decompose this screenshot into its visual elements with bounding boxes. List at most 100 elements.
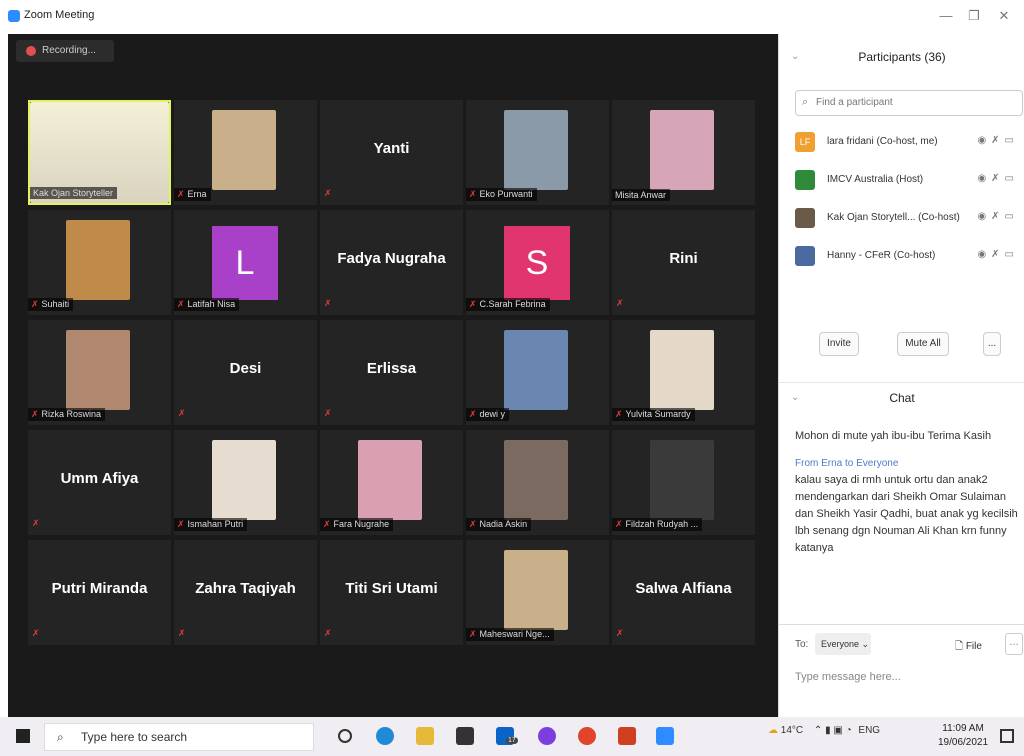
language-indicator[interactable]: ENG (858, 725, 880, 736)
participant-status-icons[interactable]: ◉✗▭ (977, 173, 1019, 184)
taskbar-clock[interactable]: 11:09 AM 19/06/2021 (938, 722, 988, 750)
muted-mic-icon: ✗ (177, 299, 185, 309)
video-tile[interactable]: ✗ Suhaiti (28, 210, 171, 315)
muted-mic-icon: ✗ (178, 628, 186, 638)
recipient-select[interactable]: Everyone ⌄ (815, 633, 871, 655)
muted-mic-icon: ✗ (324, 628, 332, 638)
participant-search-input[interactable]: ⌕ Find a participant (795, 90, 1023, 116)
chat-message-input[interactable]: Type message here... (795, 671, 901, 683)
chat-message-sender: From Erna to Everyone (795, 458, 899, 469)
windows-taskbar: ⌕ Type here to search 17 ☁ 14°C ⌃ ▮ ▣ ◔ … (0, 717, 1024, 756)
edge-icon[interactable] (376, 727, 394, 745)
zoom-taskbar-icon[interactable] (656, 727, 674, 745)
avatar: L (212, 226, 278, 300)
to-label: To: (795, 639, 809, 650)
chrome-icon[interactable] (578, 727, 596, 745)
participant-label: ✗ Maheswari Nge... (466, 628, 554, 641)
participant-video (358, 440, 422, 520)
participant-row[interactable]: LF lara fridani (Co-host, me) ◉✗▭ (795, 126, 1024, 156)
video-tile[interactable]: Fadya Nugraha ✗ (320, 210, 463, 315)
video-tile[interactable]: Desi ✗ (174, 320, 317, 425)
video-tile[interactable]: ✗ Erna (174, 100, 317, 205)
participant-row[interactable]: IMCV Australia (Host) ◉✗▭ (795, 164, 1024, 194)
video-tile[interactable]: ✗ Eko Purwanti (466, 100, 609, 205)
chat-more-button[interactable]: … (1005, 633, 1023, 655)
taskbar-search-input[interactable]: ⌕ Type here to search (44, 723, 314, 751)
participant-label-text: Suhaiti (41, 299, 70, 309)
participant-label-text: Fildzah Rudyah ... (625, 519, 699, 529)
participant-label: ✗ Eko Purwanti (466, 188, 537, 201)
file-button[interactable]: 🗋 File (955, 639, 982, 656)
participant-label-text: Eko Purwanti (479, 189, 533, 199)
participant-video (212, 110, 276, 190)
mail-icon[interactable]: 17 (496, 727, 518, 745)
participant-row-name: IMCV Australia (Host) (827, 174, 924, 185)
zoom-app-icon (8, 10, 20, 22)
window-title: Zoom Meeting (24, 9, 95, 21)
participant-row[interactable]: Hanny - CFeR (Co-host) ◉✗▭ (795, 240, 1024, 270)
chat-message: From Erna to Everyone kalau saya di rmh … (795, 455, 1023, 557)
task-view-icon[interactable] (338, 729, 352, 743)
minimize-button[interactable]: — (934, 4, 958, 28)
participant-status-icons[interactable]: ◉✗▭ (977, 249, 1019, 260)
chat-composer: To: Everyone ⌄ 🗋 File … Type message her… (779, 624, 1024, 717)
muted-mic-icon: ✗ (616, 628, 624, 638)
windows-start-icon[interactable] (16, 729, 30, 743)
video-tile[interactable]: ✗ dewi y (466, 320, 609, 425)
video-tile[interactable]: S ✗ C.Sarah Febrina (466, 210, 609, 315)
participant-label-text: Latifah Nisa (187, 299, 236, 309)
participant-video (650, 440, 714, 520)
weather-temp: 14°C (780, 725, 804, 736)
video-tile[interactable]: Kak Ojan Storyteller (28, 100, 171, 205)
app-icon[interactable] (538, 727, 556, 745)
video-tile[interactable]: ✗ Fara Nugrahe (320, 430, 463, 535)
video-tile[interactable]: ✗ Ismahan Putri (174, 430, 317, 535)
participant-video (504, 330, 568, 410)
chat-message: Mohon di mute yah ibu-ibu Terima Kasih (795, 428, 1023, 445)
tray-icons[interactable]: ⌃ ▮ ▣ ◔ (814, 725, 852, 736)
participant-name: Erlissa (366, 360, 417, 377)
file-explorer-icon[interactable] (416, 727, 434, 745)
participant-label: ✗ Nadia Askin (466, 518, 532, 531)
video-tile[interactable]: Zahra Taqiyah ✗ (174, 540, 317, 645)
video-tile[interactable]: Rini ✗ (612, 210, 755, 315)
participant-label: ✗ Latifah Nisa (174, 298, 240, 311)
close-button[interactable]: ✕ (992, 4, 1016, 28)
video-tile[interactable]: Putri Miranda ✗ (28, 540, 171, 645)
mute-all-button[interactable]: Mute All (897, 332, 949, 356)
muted-mic-icon: ✗ (469, 519, 477, 529)
invite-button[interactable]: Invite (819, 332, 859, 356)
muted-mic-icon: ✗ (324, 408, 332, 418)
participant-row[interactable]: Kak Ojan Storytell... (Co-host) ◉✗▭ (795, 202, 1024, 232)
notifications-icon[interactable] (1000, 729, 1014, 743)
chevron-down-icon[interactable]: ⌄ (791, 42, 799, 72)
clock-date: 19/06/2021 (938, 737, 989, 748)
chevron-down-icon[interactable]: ⌄ (791, 383, 799, 413)
powerpoint-icon[interactable] (618, 727, 636, 745)
video-tile[interactable]: Titi Sri Utami ✗ (320, 540, 463, 645)
video-tile[interactable]: ✗ Yulvita Sumardy (612, 320, 755, 425)
participant-status-icons[interactable]: ◉✗▭ (977, 135, 1019, 146)
avatar (795, 246, 815, 266)
video-tile[interactable]: Misita Anwar (612, 100, 755, 205)
video-tile[interactable]: L ✗ Latifah Nisa (174, 210, 317, 315)
store-icon[interactable] (456, 727, 474, 745)
video-tile[interactable]: ✗ Nadia Askin (466, 430, 609, 535)
video-tile[interactable]: Umm Afiya ✗ (28, 430, 171, 535)
participant-label-text: Ismahan Putri (187, 519, 244, 529)
participant-video (212, 440, 276, 520)
chat-header: ⌄ Chat (779, 382, 1024, 412)
participant-label-text: Erna (187, 189, 207, 199)
video-tile[interactable]: ✗ Rizka Roswina (28, 320, 171, 425)
maximize-button[interactable]: ❐ (962, 4, 986, 28)
recording-indicator[interactable]: Recording... (16, 40, 114, 62)
video-tile[interactable]: Salwa Alfiana ✗ (612, 540, 755, 645)
muted-mic-icon: ✗ (31, 299, 39, 309)
participant-status-icons[interactable]: ◉✗▭ (977, 211, 1019, 222)
video-tile[interactable]: Erlissa ✗ (320, 320, 463, 425)
video-tile[interactable]: ✗ Fildzah Rudyah ... (612, 430, 755, 535)
video-tile[interactable]: Yanti ✗ (320, 100, 463, 205)
participant-label: ✗ Erna (174, 188, 211, 201)
participants-more-button[interactable]: ... (983, 332, 1001, 356)
video-tile[interactable]: ✗ Maheswari Nge... (466, 540, 609, 645)
